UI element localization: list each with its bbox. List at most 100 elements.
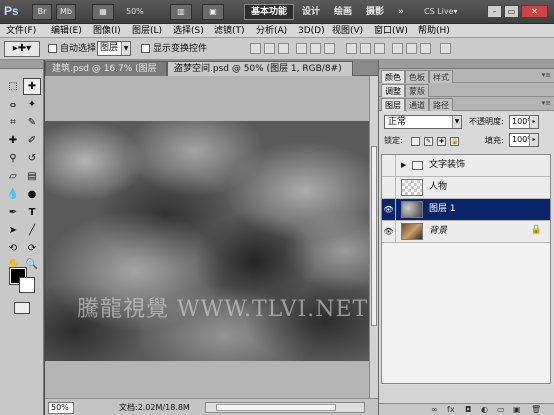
visibility-toggle[interactable] xyxy=(382,155,396,176)
align-bottom-icon[interactable] xyxy=(278,43,289,54)
tools-panel-header[interactable] xyxy=(0,60,43,69)
gradient-tool-icon[interactable]: ▤ xyxy=(23,168,41,185)
layer-row-selected[interactable]: 👁 图层 1 xyxy=(382,199,550,221)
bridge-icon[interactable]: Br xyxy=(32,4,52,20)
link-layers-icon[interactable]: ∞ xyxy=(431,405,438,415)
distribute-hcenter-icon[interactable] xyxy=(406,43,417,54)
layer-row[interactable]: 人物 xyxy=(382,177,550,199)
tab-styles[interactable]: 样式 xyxy=(429,70,453,83)
shape-tool-icon[interactable]: ╱ xyxy=(23,222,41,239)
panel-dock-header[interactable] xyxy=(379,60,554,69)
distribute-right-icon[interactable] xyxy=(420,43,431,54)
tab-masks[interactable]: 蒙版 xyxy=(405,84,429,97)
vertical-scrollbar-thumb[interactable] xyxy=(371,146,377,326)
tab-adjustments[interactable]: 调整 xyxy=(381,84,405,97)
align-top-icon[interactable] xyxy=(250,43,261,54)
menu-image[interactable]: 图像(I) xyxy=(93,25,121,37)
visibility-toggle[interactable] xyxy=(382,177,396,198)
expand-arrow-icon[interactable]: ▶ xyxy=(401,155,406,176)
zoom-field[interactable]: 50% xyxy=(48,402,74,414)
distribute-left-icon[interactable] xyxy=(392,43,403,54)
workspace-design-button[interactable]: 设计 xyxy=(302,4,320,20)
lock-position-icon[interactable]: ✚ xyxy=(437,137,446,146)
quick-selection-tool-icon[interactable]: ✦ xyxy=(23,96,41,113)
align-right-icon[interactable] xyxy=(324,43,335,54)
add-mask-icon[interactable]: ◘ xyxy=(465,405,471,415)
distribute-bottom-icon[interactable] xyxy=(374,43,385,54)
blend-mode-dropdown[interactable]: 正常 ▼ xyxy=(384,115,462,129)
adjustment-layer-icon[interactable]: ◐ xyxy=(481,405,488,415)
marquee-tool-icon[interactable]: ⬚ xyxy=(4,78,22,95)
arrange-documents-icon[interactable]: ▥ xyxy=(170,4,192,20)
lasso-tool-icon[interactable]: ⴰ xyxy=(4,96,22,113)
minimize-button[interactable]: – xyxy=(487,5,502,18)
menu-3d[interactable]: 3D(D) xyxy=(298,25,325,37)
move-tool-icon[interactable]: ✚ xyxy=(23,78,41,95)
menu-edit[interactable]: 编辑(E) xyxy=(51,25,82,37)
distribute-top-icon[interactable] xyxy=(346,43,357,54)
menu-layer[interactable]: 图层(L) xyxy=(132,25,162,37)
align-vcenter-icon[interactable] xyxy=(264,43,275,54)
show-transform-controls-checkbox[interactable] xyxy=(141,44,150,53)
type-tool-icon[interactable]: T xyxy=(23,204,41,221)
lock-image-icon[interactable]: ✎ xyxy=(424,137,433,146)
history-brush-tool-icon[interactable]: ↺ xyxy=(23,150,41,167)
clone-stamp-tool-icon[interactable]: ⚲ xyxy=(4,150,22,167)
auto-align-icon[interactable] xyxy=(440,43,451,54)
eyedropper-tool-icon[interactable]: ✎ xyxy=(23,114,41,131)
fx-icon[interactable]: fx xyxy=(447,405,455,415)
layer-row-background[interactable]: 👁 背景 🔒 xyxy=(382,221,550,243)
screen-mode-icon[interactable]: ▣ xyxy=(202,4,224,20)
opacity-field[interactable]: 100% ▸ xyxy=(509,115,539,129)
zoom-level-select[interactable]: 50% xyxy=(126,5,160,19)
restore-button[interactable]: ▭ xyxy=(504,5,519,18)
eraser-tool-icon[interactable]: ▱ xyxy=(4,168,22,185)
path-selection-tool-icon[interactable]: ➤ xyxy=(4,222,22,239)
menu-help[interactable]: 帮助(H) xyxy=(418,25,450,37)
panel-menu-icon[interactable]: ▾≡ xyxy=(542,71,551,79)
tab-paths[interactable]: 路径 xyxy=(429,98,453,111)
quick-mask-icon[interactable] xyxy=(14,302,30,314)
horizontal-scrollbar-thumb[interactable] xyxy=(216,404,336,411)
menu-view[interactable]: 视图(V) xyxy=(332,25,363,37)
tab-jianzhu[interactable]: 建筑.psd @ 16.7% (图层 1, RGB/8) xyxy=(45,61,167,89)
new-layer-icon[interactable]: ▣ xyxy=(513,405,521,415)
horizontal-scrollbar[interactable] xyxy=(205,402,365,413)
document-info[interactable]: 文档:2.02M/18.8M xyxy=(119,402,190,414)
auto-select-checkbox[interactable] xyxy=(48,44,57,53)
healing-brush-tool-icon[interactable]: ✚ xyxy=(4,132,22,149)
trash-icon[interactable]: 🗑 xyxy=(531,405,541,415)
brush-tool-icon[interactable]: ✐ xyxy=(23,132,41,149)
new-group-icon[interactable]: ▭ xyxy=(497,405,505,415)
fill-field[interactable]: 100% ▸ xyxy=(509,133,539,147)
align-left-icon[interactable] xyxy=(296,43,307,54)
menu-select[interactable]: 选择(S) xyxy=(173,25,204,37)
3d-rotate-tool-icon[interactable]: ⟲ xyxy=(4,240,22,257)
close-button[interactable]: ✕ xyxy=(521,5,548,18)
crop-tool-icon[interactable]: ⌗ xyxy=(4,114,22,131)
background-color-swatch[interactable] xyxy=(19,277,35,293)
view-extras-icon[interactable]: ▦ xyxy=(92,4,114,20)
more-workspaces-button[interactable]: » xyxy=(398,4,404,20)
menu-filter[interactable]: 滤镜(T) xyxy=(214,25,245,37)
minibridge-icon[interactable]: Mb xyxy=(56,4,76,20)
blur-tool-icon[interactable]: 💧 xyxy=(4,186,22,203)
canvas-viewport[interactable]: 騰龍視覺 WWW.TLVI.NET xyxy=(45,76,369,398)
eye-icon[interactable]: 👁 xyxy=(382,221,396,242)
lock-all-icon[interactable]: 🔒 xyxy=(450,137,459,146)
tab-channels[interactable]: 通道 xyxy=(405,98,429,111)
auto-select-target-dropdown[interactable]: 图层 ▼ xyxy=(97,41,131,56)
menu-file[interactable]: 文件(F) xyxy=(6,25,36,37)
cs-live-button[interactable]: CS Live▾ xyxy=(424,5,458,19)
tab-layers[interactable]: 图层 xyxy=(381,98,405,111)
menu-window[interactable]: 窗口(W) xyxy=(374,25,408,37)
workspace-painting-button[interactable]: 绘画 xyxy=(334,4,352,20)
align-hcenter-icon[interactable] xyxy=(310,43,321,54)
layers-panel-menu-icon[interactable]: ▾≡ xyxy=(542,99,551,107)
tab-swatches[interactable]: 色板 xyxy=(405,70,429,83)
3d-orbit-tool-icon[interactable]: ⟳ xyxy=(23,240,41,257)
tab-daomeng[interactable]: 盗梦空间.psd @ 50% (图层 1, RGB/8#) xyxy=(167,61,353,76)
lock-transparent-icon[interactable] xyxy=(411,137,420,146)
workspace-essentials-button[interactable]: 基本功能 xyxy=(244,4,294,20)
tab-color[interactable]: 颜色 xyxy=(381,70,405,83)
